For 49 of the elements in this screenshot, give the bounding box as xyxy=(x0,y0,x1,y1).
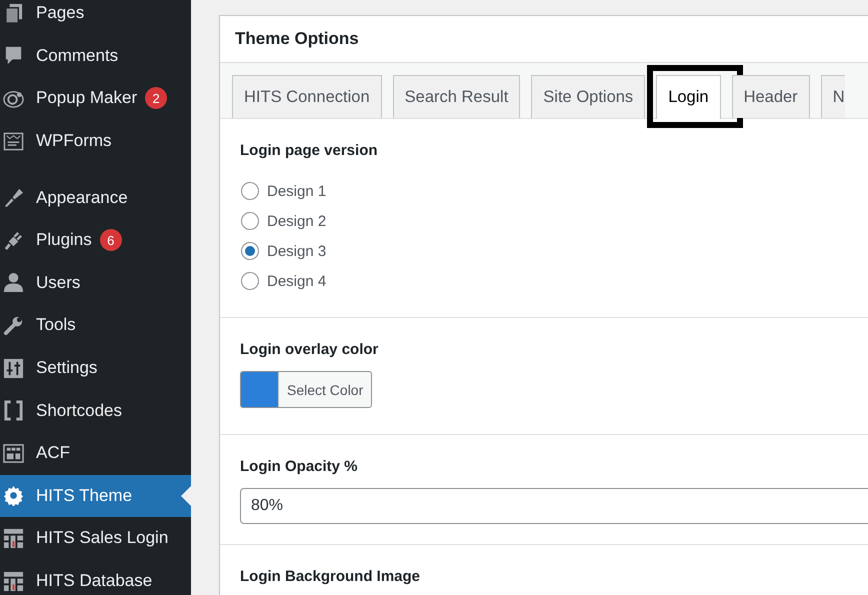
sidebar-item[interactable]: Tools xyxy=(0,304,191,347)
radio-button[interactable] xyxy=(241,182,259,200)
paintbrush-icon xyxy=(3,187,24,208)
tab[interactable]: Login xyxy=(656,75,721,119)
color-picker-button[interactable]: Select Color xyxy=(240,371,372,408)
sidebar-item[interactable]: Comments xyxy=(0,34,191,78)
sidebar-item[interactable]: Settings xyxy=(0,346,191,390)
radio-button[interactable] xyxy=(241,212,259,230)
radio-button[interactable] xyxy=(241,272,259,290)
field-heading: Login Opacity % xyxy=(240,458,359,475)
field-heading: Login Background Image xyxy=(240,568,422,585)
tab[interactable]: HITS Connection xyxy=(232,75,382,118)
wrench-icon xyxy=(3,314,24,336)
sidebar-item[interactable]: Shortcodes xyxy=(0,389,191,432)
tab[interactable]: Search Result xyxy=(392,75,520,118)
sidebar-item[interactable]: Popup Maker 2 xyxy=(0,77,191,120)
form-icon xyxy=(3,130,24,152)
radio-button[interactable] xyxy=(241,242,259,260)
sidebar-item[interactable]: Pages xyxy=(0,0,191,35)
count-badge: 2 xyxy=(145,87,168,110)
count-badge: 6 xyxy=(100,229,122,252)
grid-icon xyxy=(3,570,24,592)
tab[interactable]: Header xyxy=(732,75,810,118)
tab[interactable]: Site Options xyxy=(531,75,646,118)
brackets-icon xyxy=(3,400,24,422)
plug-icon xyxy=(3,230,24,251)
sidebar-item[interactable]: HITS Sales Login xyxy=(0,517,191,560)
sidebar-item[interactable]: WPForms xyxy=(0,120,191,162)
pointer-notch xyxy=(181,486,191,506)
sidebar-item[interactable]: HITS Database xyxy=(0,560,191,595)
user-icon xyxy=(3,272,24,294)
sidebar-item[interactable]: Plugins 6 xyxy=(0,218,191,262)
sliders-icon xyxy=(3,358,24,379)
sidebar-item[interactable]: Users xyxy=(0,262,191,304)
radio-label: Design 3 xyxy=(267,242,326,260)
settings-icon xyxy=(3,485,24,506)
field-heading: Login page version xyxy=(240,142,379,159)
sidebar-item[interactable]: Appearance xyxy=(0,176,191,219)
speech-bubble-icon xyxy=(3,45,24,66)
sidebar-item[interactable]: HITS Theme xyxy=(0,474,191,518)
field-heading: Login overlay color xyxy=(240,341,380,358)
layout-icon xyxy=(3,442,24,464)
opacity-field[interactable]: 80% xyxy=(240,488,868,524)
sidebar-item[interactable]: ACF xyxy=(0,432,191,475)
radio-label: Design 2 xyxy=(267,212,326,230)
tab[interactable]: N xyxy=(820,75,845,118)
radio-label: Design 1 xyxy=(267,182,326,200)
radio-label: Design 4 xyxy=(267,272,326,290)
grid-icon xyxy=(3,528,24,549)
